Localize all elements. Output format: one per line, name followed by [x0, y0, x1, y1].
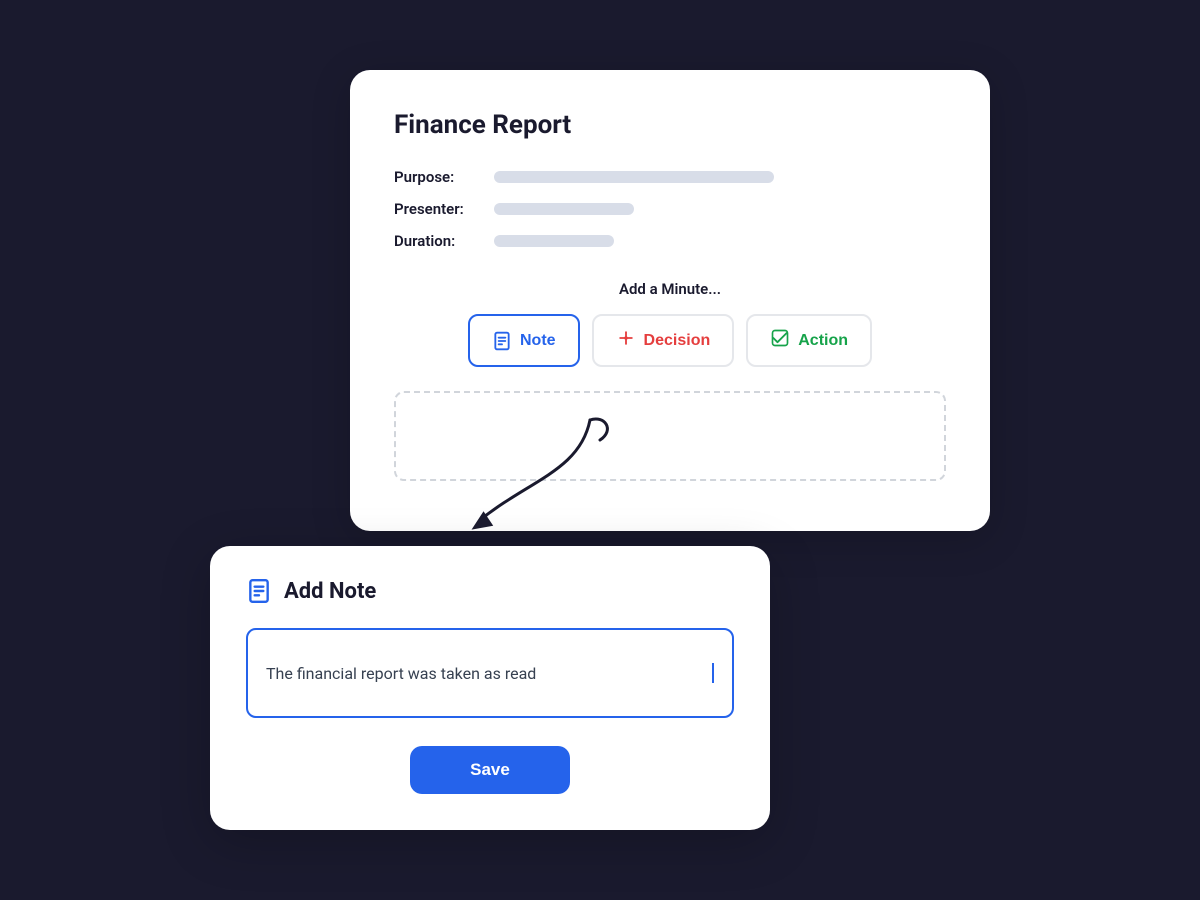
- note-input-area[interactable]: The financial report was taken as read: [246, 628, 734, 718]
- note-input-text: The financial report was taken as read: [266, 664, 710, 683]
- note-card-title: Add Note: [284, 579, 376, 604]
- finance-report-card: Finance Report Purpose: Presenter: Durat…: [350, 70, 990, 531]
- duration-field: Duration:: [394, 232, 946, 250]
- add-minute-label: Add a Minute...: [394, 280, 946, 298]
- note-button-label: Note: [520, 332, 556, 350]
- action-icon: [770, 328, 790, 353]
- text-cursor: [712, 663, 714, 683]
- purpose-field: Purpose:: [394, 168, 946, 186]
- note-icon: [492, 331, 512, 351]
- note-card-header: Add Note: [246, 578, 734, 604]
- duration-label: Duration:: [394, 232, 494, 250]
- presenter-bar: [494, 203, 634, 215]
- action-button-label: Action: [798, 332, 848, 350]
- save-button[interactable]: Save: [410, 746, 570, 794]
- content-drop-area: [394, 391, 946, 481]
- minute-buttons-group: Note Decision: [394, 314, 946, 367]
- add-minute-section: Add a Minute... Note: [394, 280, 946, 481]
- action-button[interactable]: Action: [746, 314, 872, 367]
- note-button[interactable]: Note: [468, 314, 580, 367]
- finance-card-title: Finance Report: [394, 110, 946, 140]
- purpose-bar: [494, 171, 774, 183]
- decision-button[interactable]: Decision: [592, 314, 735, 367]
- presenter-label: Presenter:: [394, 200, 494, 218]
- note-card-icon: [246, 578, 272, 604]
- decision-icon: [616, 328, 636, 353]
- decision-button-label: Decision: [644, 332, 711, 350]
- presenter-field: Presenter:: [394, 200, 946, 218]
- purpose-label: Purpose:: [394, 168, 494, 186]
- duration-bar: [494, 235, 614, 247]
- add-note-card: Add Note The financial report was taken …: [210, 546, 770, 830]
